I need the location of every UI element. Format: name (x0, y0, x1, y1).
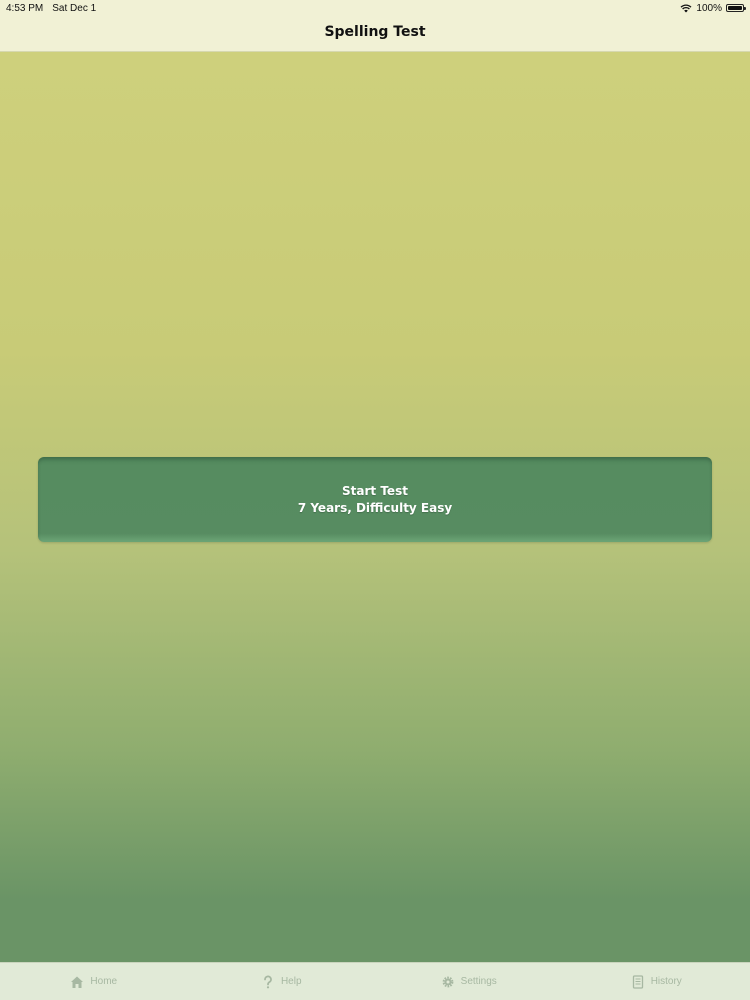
status-bar: 4:53 PM Sat Dec 1 100% (0, 0, 750, 16)
tab-bar: Home Help Settings History (0, 962, 750, 1000)
battery-icon (726, 4, 746, 12)
gear-icon (441, 975, 455, 989)
wifi-icon (680, 3, 692, 13)
tab-history[interactable]: History (563, 963, 750, 1000)
tab-home[interactable]: Home (0, 963, 188, 1000)
start-test-button[interactable]: Start Test 7 Years, Difficulty Easy (38, 457, 712, 542)
page-title: Spelling Test (324, 24, 426, 40)
tab-history-label: History (650, 976, 682, 987)
home-icon (70, 975, 84, 989)
question-icon (261, 975, 275, 989)
battery-level (728, 6, 742, 10)
start-test-label: Start Test (342, 483, 408, 498)
tab-help[interactable]: Help (188, 963, 376, 1000)
tab-settings-label: Settings (460, 976, 497, 987)
tab-help-label: Help (280, 976, 302, 987)
battery-percentage: 100% (696, 2, 722, 14)
test-settings-summary: 7 Years, Difficulty Easy (297, 500, 453, 515)
status-date: Sat Dec 1 (52, 2, 97, 14)
status-time: 4:53 PM (6, 2, 44, 14)
app-screen: Spelling Test 4:53 PM Sat Dec 1 100% Sta… (0, 0, 750, 1000)
tab-home-label: Home (90, 976, 118, 987)
tab-settings[interactable]: Settings (375, 963, 563, 1000)
document-icon (631, 974, 645, 989)
